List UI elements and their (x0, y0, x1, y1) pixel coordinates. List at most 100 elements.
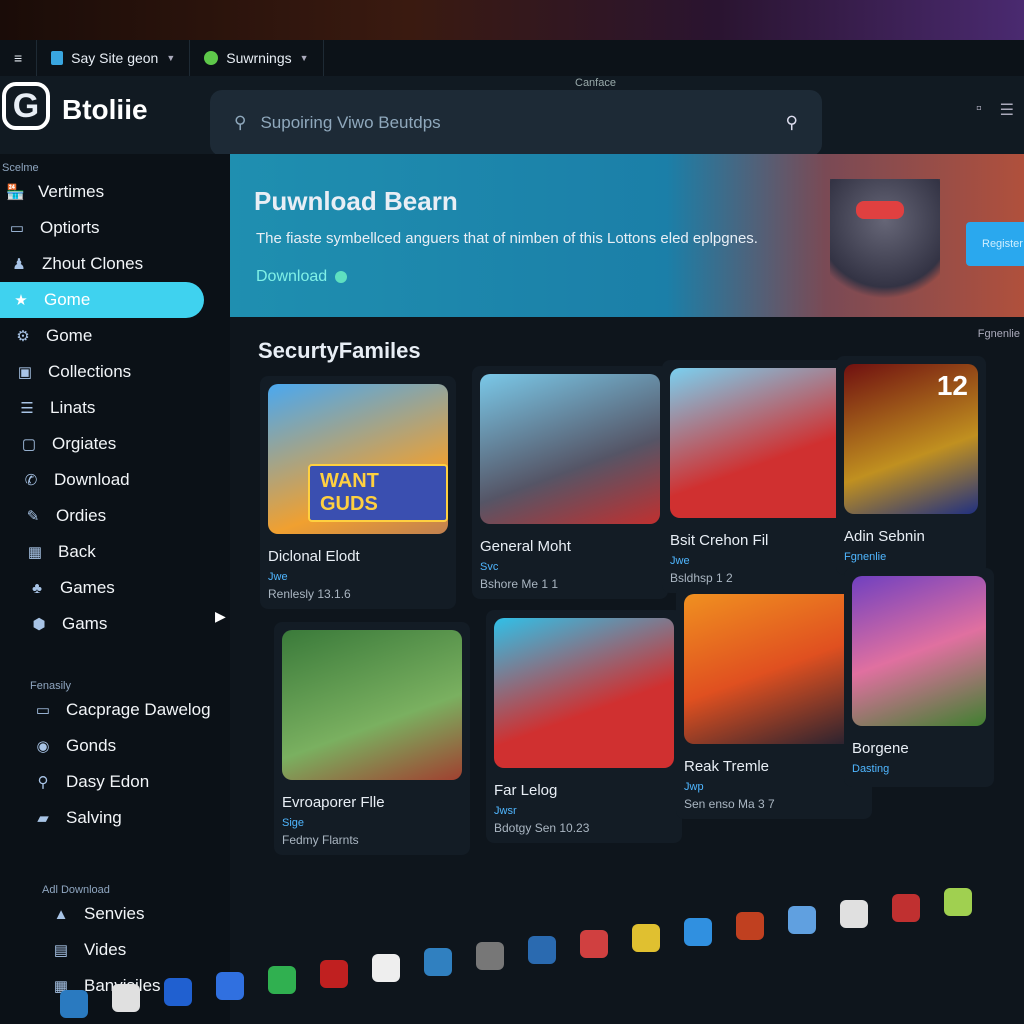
app-logo: G (2, 82, 50, 130)
game-card[interactable]: WANT GUDS Diclonal Elodt Jwe Renlesly 13.1.… (260, 376, 456, 609)
sidebar-item-label: Vertimes (38, 182, 105, 201)
sidebar-item[interactable]: ♣ Games (0, 570, 230, 606)
tab-bar: ≡ Say Site geon ▼ Suwrnings ▼ (0, 40, 1024, 76)
sidebar-item[interactable]: 🏪 Vertimes (0, 174, 230, 210)
spotify-icon[interactable] (320, 960, 348, 988)
taskbar (40, 870, 1024, 1024)
link-label: Download (256, 268, 328, 285)
gamepad-icon: ♟ (12, 256, 26, 273)
game-tag: Jwp (684, 781, 704, 793)
settings-icon[interactable]: ☰ (1000, 100, 1014, 120)
status-dot-icon (204, 51, 219, 65)
card-icon: ▭ (9, 220, 25, 237)
section-more-link[interactable]: Fgnenlie (978, 328, 1020, 340)
controller-icon: ♣ (32, 579, 42, 597)
notes-icon[interactable] (840, 900, 868, 928)
sidebar-item[interactable]: ★ Gome (0, 282, 204, 318)
sidebar-item[interactable]: ⚲ Dasy Edon (28, 764, 230, 800)
app-icon[interactable] (372, 954, 400, 982)
sidebar-item[interactable]: ▭ Optiorts (0, 210, 230, 246)
game-thumbnail[interactable] (480, 374, 660, 524)
game-card[interactable]: Far Lelog Jwsr Bdotgy Sen 10.23 (486, 610, 682, 843)
sidebar-item[interactable]: ☰ Linats (0, 390, 230, 426)
search-submit-icon[interactable]: ⚲ (786, 113, 798, 133)
register-button[interactable]: Register (966, 222, 1024, 266)
sidebar-item-label: Cacprage Dawelog (66, 700, 211, 719)
sidebar-item-label: Gonds (66, 736, 117, 755)
sidebar-item[interactable]: ▣ Collections (0, 354, 230, 390)
sidebar-item-label: Orgiates (52, 434, 117, 453)
sidebar-item[interactable]: ▦ Back (0, 534, 230, 570)
game-thumbnail[interactable]: WANT GUDS (268, 384, 448, 534)
gmail-icon[interactable] (632, 924, 660, 952)
tab-0[interactable]: Say Site geon ▼ (37, 40, 191, 76)
shield-icon[interactable] (216, 972, 244, 1000)
minimize-icon[interactable]: ▫ (976, 100, 982, 120)
sidebar-item[interactable]: ⚙ Gome (0, 318, 230, 354)
chrome-icon[interactable] (684, 918, 712, 946)
search-placeholder: Supoiring Viwo Beutdps (260, 113, 441, 132)
chat-icon: ▢ (21, 436, 37, 453)
chevron-down-icon[interactable]: ▼ (300, 53, 309, 63)
game-card[interactable]: Borgene Dasting (844, 568, 994, 787)
game-card[interactable]: 12 Adin Sebnin Fgnenlie (836, 356, 986, 575)
sidebar-item[interactable]: ▰ Salving (28, 800, 230, 836)
mail-icon[interactable] (268, 966, 296, 994)
search-input[interactable]: ⚲ Supoiring Viwo Beutdps ⚲ (210, 90, 822, 156)
game-tag: Jwe (268, 571, 288, 583)
game-tag: Jwe (670, 555, 690, 567)
menu-icon[interactable]: ≡ (0, 40, 38, 76)
game-card[interactable]: Reak Tremle Jwp Sen enso Ma 3 7 (676, 586, 872, 819)
sidebar-item[interactable]: ✎ Ordies (0, 498, 230, 534)
game-thumbnail[interactable]: 12 (844, 364, 978, 514)
game-card[interactable]: General Moht Svc Bshore Me 1 1 (472, 366, 668, 599)
banner-download-link[interactable]: Download (256, 268, 348, 286)
star-icon: ★ (14, 292, 28, 309)
game-title: General Moht (480, 538, 571, 555)
game-tag: Dasting (852, 763, 890, 775)
download-icon (335, 271, 348, 283)
game-card[interactable]: Bsit Crehon Fil Jwe Bsldhsp 1 2 (662, 360, 858, 593)
game-icon[interactable] (788, 906, 816, 934)
banner-description: The fiaste symbellced anguers that of ni… (256, 230, 758, 247)
chrome-icon[interactable] (164, 978, 192, 1006)
folder-icon[interactable] (112, 984, 140, 1012)
phone-icon: ✆ (24, 472, 38, 489)
game-thumbnail[interactable] (852, 576, 986, 726)
app-icon[interactable] (944, 888, 972, 916)
store-icon[interactable] (736, 912, 764, 940)
tab-label: Say Site geon (71, 50, 159, 66)
sidebar-item[interactable]: ✆ Download (0, 462, 230, 498)
sidebar-item[interactable]: ⬢ Gams (0, 606, 230, 642)
sidebar-item[interactable]: ◉ Gonds (28, 728, 230, 764)
settings-icon[interactable] (580, 930, 608, 958)
game-meta: Bsldhsp 1 2 (670, 571, 733, 585)
store-icon[interactable] (424, 948, 452, 976)
game-title: Bsit Crehon Fil (670, 532, 769, 549)
tab-1[interactable]: Suwrnings ▼ (190, 40, 324, 76)
expand-arrow-icon[interactable]: ▶ (215, 608, 226, 625)
chevron-down-icon[interactable]: ▼ (166, 53, 175, 63)
sidebar-item[interactable]: ▢ Orgiates (0, 426, 230, 462)
photos-icon[interactable] (892, 894, 920, 922)
monitor-icon: ▭ (35, 702, 51, 719)
game-thumbnail[interactable] (494, 618, 674, 768)
sidebar-item[interactable]: ♟ Zhout Clones (0, 246, 230, 282)
user-icon[interactable] (528, 936, 556, 964)
pin-icon: ⚲ (37, 774, 49, 791)
sidebar-section-label: Fenasily (30, 680, 71, 692)
hero-character-image (830, 179, 940, 317)
sidebar-item-label: Ordies (56, 506, 107, 525)
sidebar-item-label: Download (54, 470, 130, 489)
game-thumbnail[interactable] (282, 630, 462, 780)
game-thumbnail[interactable] (684, 594, 864, 744)
game-card[interactable]: Evroaporer Flle Sige Fedmy Flarnts (274, 622, 470, 855)
file-icon[interactable] (60, 990, 88, 1018)
sidebar-item-label: Dasy Edon (66, 772, 150, 791)
game-thumbnail[interactable] (670, 368, 850, 518)
monitor-icon[interactable] (476, 942, 504, 970)
game-tag: Jwsr (494, 805, 517, 817)
sidebar-section-label: Scelme (2, 162, 39, 174)
sidebar-item[interactable]: ▭ Cacprage Dawelog (28, 692, 230, 728)
promo-banner: Puwnload Bearn The fiaste symbellced ang… (230, 154, 1024, 317)
